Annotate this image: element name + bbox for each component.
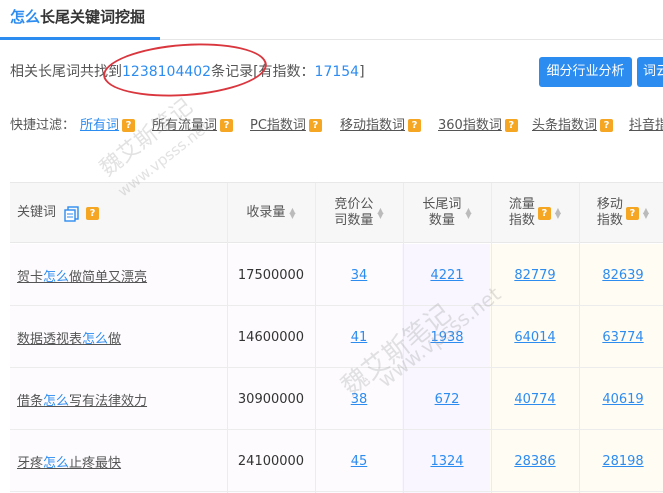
keyword-part: 牙疼 <box>17 455 44 471</box>
indexed-count: 24100000 <box>237 453 305 469</box>
table-row: 贺卡 怎么 做简单又漂亮 17500000 34 4221 82779 82639 <box>10 244 663 306</box>
filter-all-words-label: 所有词 <box>80 118 120 133</box>
help-icon[interactable]: ? <box>220 119 234 132</box>
traffic-index-link[interactable]: 28386 <box>491 430 579 492</box>
header-bid-companies-label: 竞价公 司数量 <box>334 197 374 228</box>
keyword-table: 关键词 ? 收录量 ▲ ▼ 竞价公 司数量 ▲ ▼ 长尾词 数量 ▲ ▼ 流量 指数? ▲ ▼ … <box>10 182 663 493</box>
header-keyword: 关键词 ? <box>10 183 227 243</box>
filter-all-words[interactable]: 所有词? <box>80 114 136 133</box>
header-mobile-index-label: 移动 指数 <box>596 197 623 228</box>
keyword-highlight: 怎么 <box>82 331 109 347</box>
keyword-part: 做简单又漂亮 <box>69 269 148 285</box>
filter-traffic-words[interactable]: 所有流量词? <box>152 114 234 133</box>
title-bar: 怎么长尾关键词挖掘 <box>0 0 663 40</box>
summary-indexed: 17154 <box>314 64 360 80</box>
bid-company-link[interactable]: 45 <box>315 430 403 492</box>
header-indexed-label: 收录量 <box>246 205 286 220</box>
keyword-highlight: 怎么 <box>43 269 70 285</box>
longtail-count-link[interactable]: 672 <box>403 368 491 430</box>
filter-traffic-words-label: 所有流量词 <box>152 118 218 133</box>
header-indexed[interactable]: 收录量 ▲ ▼ <box>227 183 315 243</box>
sort-icon[interactable]: ▲ ▼ <box>643 207 649 220</box>
filter-360-index[interactable]: 360指数词? <box>438 114 518 133</box>
mobile-index-link[interactable]: 82639 <box>579 244 663 306</box>
keyword-highlight: 怎么 <box>43 455 70 471</box>
filter-douyin-index[interactable]: 抖音指 <box>629 114 663 133</box>
title-rest: 长尾关键词挖掘 <box>40 8 146 26</box>
traffic-index-link[interactable]: 82779 <box>491 244 579 306</box>
filter-mobile-index[interactable]: 移动指数词? <box>340 114 422 133</box>
traffic-index-link[interactable]: 40774 <box>491 368 579 430</box>
filter-pc-index-label: PC指数词 <box>250 118 306 133</box>
mobile-index-link[interactable]: 40619 <box>579 368 663 430</box>
title-keyword: 怎么 <box>10 8 41 26</box>
filter-360-index-label: 360指数词 <box>438 118 502 133</box>
filter-pc-index[interactable]: PC指数词? <box>250 114 322 133</box>
indexed-count: 17500000 <box>237 267 305 283</box>
watermark-text: 魏艾斯笔记 <box>95 94 198 182</box>
sort-icon[interactable]: ▲ ▼ <box>289 207 295 220</box>
keyword-part: 借条 <box>17 393 44 409</box>
keyword-highlight: 怎么 <box>43 393 70 409</box>
keyword-part: 做 <box>108 331 122 347</box>
help-icon[interactable]: ? <box>504 119 518 132</box>
header-bid-companies[interactable]: 竞价公 司数量 ▲ ▼ <box>315 183 403 243</box>
help-icon[interactable]: ? <box>537 206 551 220</box>
bid-company-link[interactable]: 34 <box>315 244 403 306</box>
sort-icon[interactable]: ▲ ▼ <box>377 207 383 220</box>
help-icon[interactable]: ? <box>308 119 322 132</box>
header-longtail-count[interactable]: 长尾词 数量 ▲ ▼ <box>403 183 491 243</box>
longtail-count-link[interactable]: 1324 <box>403 430 491 492</box>
quick-filter-label: 快捷过滤： <box>10 114 75 133</box>
keyword-link[interactable]: 借条 怎么 写有法律效力 <box>10 368 227 430</box>
keyword-link[interactable]: 数据透视表 怎么做 <box>10 306 227 368</box>
copy-icon[interactable] <box>64 205 79 222</box>
word-cloud-button[interactable]: 词云 <box>637 57 663 87</box>
title-underline <box>0 37 160 40</box>
keyword-part: 贺卡 <box>17 269 44 285</box>
keyword-part: 写有法律效力 <box>69 393 148 409</box>
header-mobile-index[interactable]: 移动 指数? ▲ ▼ <box>579 183 663 243</box>
table-row: 借条 怎么 写有法律效力 30900000 38 672 40774 40619 <box>10 368 663 430</box>
filter-toutiao-index[interactable]: 头条指数词? <box>532 114 614 133</box>
mobile-index-link[interactable]: 63774 <box>579 306 663 368</box>
header-keyword-label: 关键词 <box>17 205 57 220</box>
help-icon[interactable]: ? <box>86 206 100 220</box>
bid-company-link[interactable]: 38 <box>315 368 403 430</box>
page-title: 怎么长尾关键词挖掘 <box>10 6 145 27</box>
header-traffic-index[interactable]: 流量 指数? ▲ ▼ <box>491 183 579 243</box>
industry-analysis-button[interactable]: 细分行业分析 <box>539 57 632 87</box>
traffic-index-link[interactable]: 64014 <box>491 306 579 368</box>
table-header: 关键词 ? 收录量 ▲ ▼ 竞价公 司数量 ▲ ▼ 长尾词 数量 ▲ ▼ 流量 指数? ▲ ▼ … <box>10 183 663 243</box>
filter-toutiao-index-label: 头条指数词 <box>532 118 598 133</box>
longtail-count-link[interactable]: 4221 <box>403 244 491 306</box>
table-row: 数据透视表 怎么做 14600000 41 1938 64014 63774 <box>10 306 663 368</box>
header-traffic-index-label: 流量 指数 <box>508 197 535 228</box>
longtail-count-link[interactable]: 1938 <box>403 306 491 368</box>
bid-company-link[interactable]: 41 <box>315 306 403 368</box>
header-longtail-count-label: 长尾词 数量 <box>422 197 462 228</box>
table-row: 牙疼 怎么 止疼最快 24100000 45 1324 28386 28198 <box>10 430 663 492</box>
sort-icon[interactable]: ▲ ▼ <box>465 207 471 220</box>
keyword-link[interactable]: 牙疼 怎么 止疼最快 <box>10 430 227 492</box>
sort-icon[interactable]: ▲ ▼ <box>555 207 561 220</box>
help-icon[interactable]: ? <box>122 119 136 132</box>
filter-label-text: 快捷过滤： <box>10 118 76 133</box>
red-circle-annotation <box>101 38 269 102</box>
keyword-part: 数据透视表 <box>17 331 83 347</box>
help-icon[interactable]: ? <box>408 119 422 132</box>
indexed-count: 30900000 <box>237 391 305 407</box>
indexed-count: 14600000 <box>237 329 305 345</box>
filter-mobile-index-label: 移动指数词 <box>340 118 406 133</box>
mobile-index-link[interactable]: 28198 <box>579 430 663 492</box>
help-icon[interactable]: ? <box>625 206 639 220</box>
help-icon[interactable]: ? <box>600 119 614 132</box>
keyword-link[interactable]: 贺卡 怎么 做简单又漂亮 <box>10 244 227 306</box>
filter-douyin-index-label: 抖音指 <box>629 118 663 133</box>
summary-after: ] <box>359 64 365 80</box>
keyword-part: 止疼最快 <box>69 455 122 471</box>
